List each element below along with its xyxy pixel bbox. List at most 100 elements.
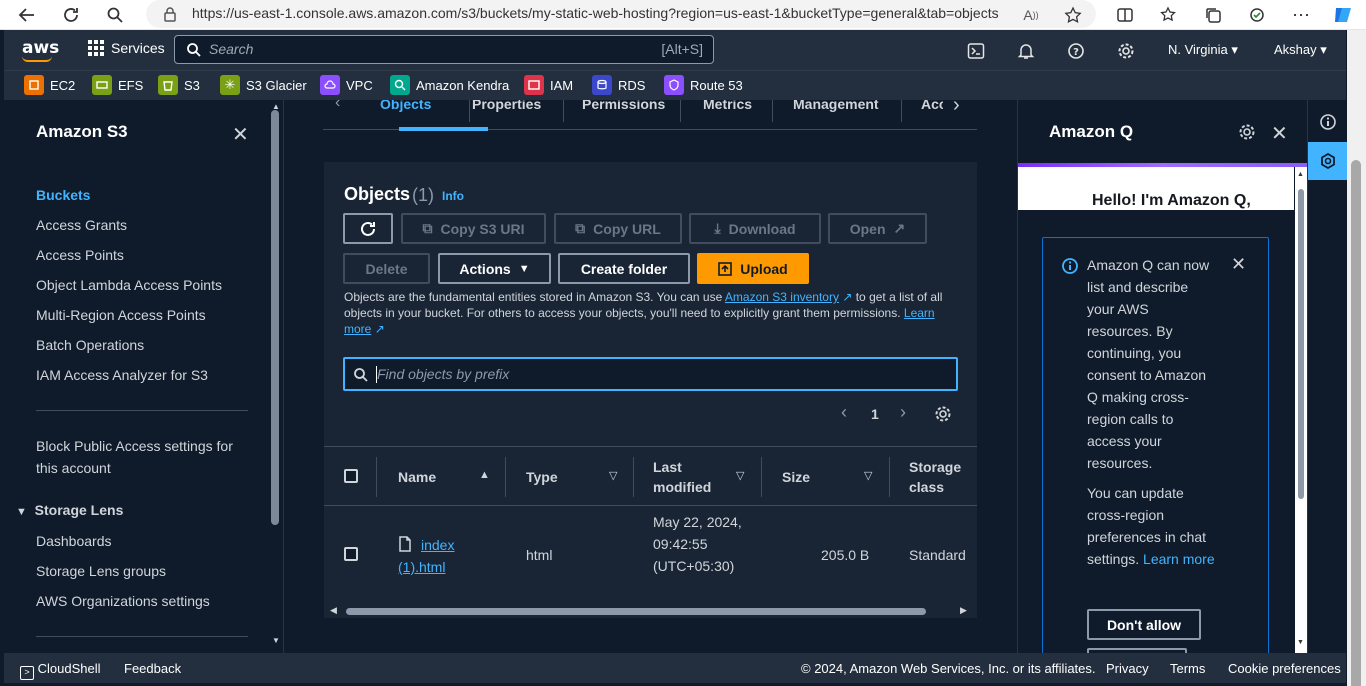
open-button[interactable]: Open ↗ xyxy=(828,213,927,244)
fav-route-53[interactable]: Route 53 xyxy=(664,75,743,95)
close-icon[interactable]: ✕ xyxy=(232,122,249,147)
dont-allow-button[interactable]: Don't allow xyxy=(1087,609,1201,640)
sidebar-item-org-settings[interactable]: AWS Organizations settings xyxy=(36,593,210,609)
cloudshell-icon[interactable] xyxy=(966,41,986,61)
fav-s3-glacier[interactable]: ✳ S3 Glacier xyxy=(220,75,307,95)
delete-button[interactable]: Delete xyxy=(343,253,430,284)
prev-page-icon[interactable]: ‹ xyxy=(841,402,847,423)
fav-vpc[interactable]: VPC xyxy=(320,75,373,95)
find-objects-input[interactable]: Find objects by prefix xyxy=(343,357,958,391)
tab-objects[interactable]: Objects xyxy=(380,100,431,112)
fav-efs[interactable]: EFS xyxy=(92,75,143,95)
user-menu[interactable]: Akshay ▾ xyxy=(1274,42,1327,58)
select-all-checkbox[interactable] xyxy=(344,469,358,483)
cloudshell-button[interactable]: > CloudShell xyxy=(20,661,101,680)
amazon-q-button[interactable] xyxy=(1308,142,1347,180)
column-name[interactable]: Name xyxy=(398,467,436,487)
scroll-right-icon[interactable]: ▶ xyxy=(960,605,967,616)
scroll-down-icon[interactable]: ▼ xyxy=(272,636,280,645)
tab-metrics[interactable]: Metrics xyxy=(703,100,752,112)
cookie-preferences-link[interactable]: Cookie preferences xyxy=(1228,661,1341,676)
download-button[interactable]: ⤓ Download xyxy=(689,213,821,244)
s3-inventory-link[interactable]: Amazon S3 inventory xyxy=(725,290,839,304)
row-checkbox[interactable] xyxy=(344,547,358,561)
refresh-button[interactable] xyxy=(343,213,393,244)
actions-button[interactable]: Actions ▼ xyxy=(438,253,551,284)
close-icon[interactable]: ✕ xyxy=(1271,121,1288,146)
column-last-modified[interactable]: Last modified xyxy=(653,457,723,497)
reload-icon[interactable] xyxy=(58,2,84,28)
sidebar-item-access-grants[interactable]: Access Grants xyxy=(36,217,127,233)
region-selector[interactable]: N. Virginia ▾ xyxy=(1168,42,1238,58)
page-scrollbar[interactable] xyxy=(1347,30,1366,686)
info-panel-button[interactable] xyxy=(1308,103,1347,141)
next-page-icon[interactable]: › xyxy=(900,402,906,423)
storage-lens-toggle[interactable]: ▼ Storage Lens xyxy=(16,502,123,518)
read-aloud-icon[interactable]: A)) xyxy=(1018,2,1044,28)
fav-s3[interactable]: S3 xyxy=(158,75,200,95)
horizontal-scroll-thumb[interactable] xyxy=(346,608,926,615)
sidebar-item-iam-analyzer[interactable]: IAM Access Analyzer for S3 xyxy=(36,367,208,383)
sidebar-item-storage-lens-groups[interactable]: Storage Lens groups xyxy=(36,563,166,579)
info-link[interactable]: Info xyxy=(442,189,464,203)
more-menu-icon[interactable]: ⋯ xyxy=(1288,2,1314,28)
search-icon[interactable] xyxy=(102,2,128,28)
object-name-link[interactable]: index (1).html xyxy=(398,537,454,575)
aws-logo[interactable]: aws xyxy=(22,38,59,58)
tabs-next-icon[interactable]: › xyxy=(953,100,960,117)
table-settings-gear-icon[interactable] xyxy=(934,405,952,423)
create-folder-button[interactable]: Create folder xyxy=(558,253,690,284)
sort-icon[interactable]: ▽ xyxy=(864,469,872,482)
copilot-icon[interactable] xyxy=(1330,2,1356,28)
column-size[interactable]: Size xyxy=(782,467,810,487)
sidebar-item-multi-region[interactable]: Multi-Region Access Points xyxy=(36,307,206,323)
services-menu-button[interactable]: Services xyxy=(88,40,165,56)
privacy-link[interactable]: Privacy xyxy=(1106,661,1149,676)
search-input[interactable]: Search [Alt+S] xyxy=(174,35,714,64)
scroll-left-icon[interactable]: ◀ xyxy=(330,605,337,616)
tabs-prev-icon[interactable]: ‹ xyxy=(335,100,340,112)
fav-rds[interactable]: RDS xyxy=(592,75,645,95)
sidebar-item-buckets[interactable]: Buckets xyxy=(36,187,90,203)
address-bar[interactable]: https://us-east-1.console.aws.amazon.com… xyxy=(146,0,1096,28)
scroll-down-icon[interactable]: ▼ xyxy=(1297,639,1304,646)
settings-gear-icon[interactable] xyxy=(1116,41,1136,61)
upload-button[interactable]: Upload xyxy=(697,253,809,284)
feedback-link[interactable]: Feedback xyxy=(124,661,181,676)
column-storage-class[interactable]: Storage class xyxy=(909,457,969,497)
scroll-up-icon[interactable]: ▲ xyxy=(272,102,280,111)
help-icon[interactable]: ? xyxy=(1066,41,1086,61)
sidebar-scrollbar[interactable] xyxy=(271,110,279,525)
fav-ec2[interactable]: EC2 xyxy=(24,75,75,95)
q-scrollbar[interactable]: ▲ ▼ xyxy=(1295,167,1307,653)
scroll-up-icon[interactable]: ▲ xyxy=(1297,171,1304,178)
notifications-bell-icon[interactable] xyxy=(1016,41,1036,61)
horizontal-scrollbar[interactable]: ◀ ▶ xyxy=(324,605,977,618)
tab-properties[interactable]: Properties xyxy=(472,100,541,112)
tab-management[interactable]: Management xyxy=(793,100,879,112)
collections-icon[interactable] xyxy=(1200,2,1226,28)
sort-icon[interactable]: ▽ xyxy=(736,469,744,482)
sidebar-item-object-lambda[interactable]: Object Lambda Access Points xyxy=(36,277,222,293)
q-scroll-thumb[interactable] xyxy=(1298,189,1304,499)
q-learn-more-link[interactable]: Learn more xyxy=(1143,551,1215,567)
terms-link[interactable]: Terms xyxy=(1170,661,1205,676)
split-screen-icon[interactable] xyxy=(1112,2,1138,28)
sidebar-item-access-points[interactable]: Access Points xyxy=(36,247,124,263)
sidebar-item-block-public-access[interactable]: Block Public Access settings for this ac… xyxy=(36,435,246,479)
sidebar-item-dashboards[interactable]: Dashboards xyxy=(36,533,112,549)
sort-icon[interactable]: ▽ xyxy=(609,469,617,482)
tab-access-points[interactable]: Acc xyxy=(921,100,943,112)
sort-ascending-icon[interactable]: ▲ xyxy=(479,469,490,481)
favorites-icon[interactable] xyxy=(1156,2,1182,28)
settings-gear-icon[interactable] xyxy=(1238,123,1256,141)
table-row[interactable]: index (1).html html May 22, 2024, 09:42:… xyxy=(324,506,977,602)
copy-url-button[interactable]: ⧉ Copy URL xyxy=(554,213,682,244)
back-arrow-icon[interactable] xyxy=(14,2,40,28)
column-type[interactable]: Type xyxy=(526,467,558,487)
tab-permissions[interactable]: Permissions xyxy=(582,100,665,112)
extensions-icon[interactable] xyxy=(1244,2,1270,28)
sidebar-item-batch-operations[interactable]: Batch Operations xyxy=(36,337,144,353)
page-number[interactable]: 1 xyxy=(871,406,879,422)
copy-s3-uri-button[interactable]: ⧉ Copy S3 URI xyxy=(401,213,546,244)
